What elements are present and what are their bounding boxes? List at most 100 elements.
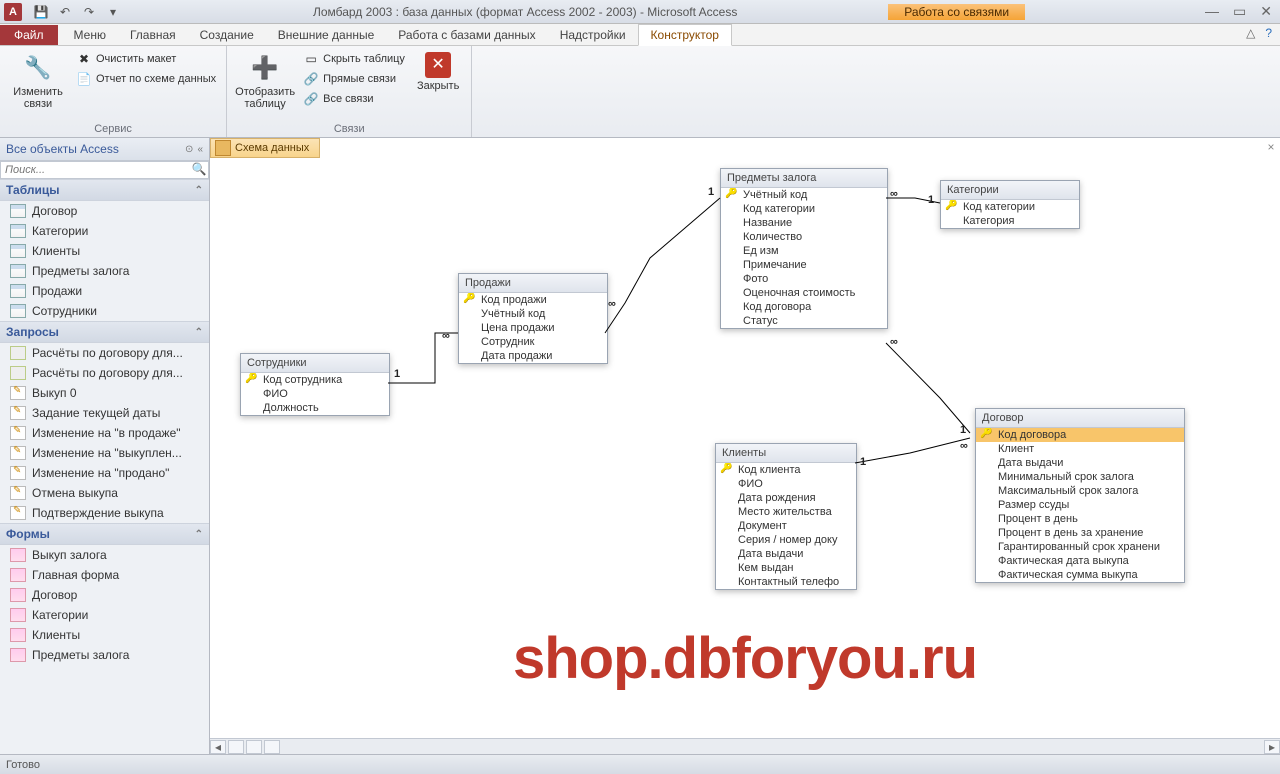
chevron-down-icon[interactable]: ⊙ [185,144,193,155]
nav-item-label: Клиенты [32,244,80,258]
nav-item[interactable]: Продажи [0,281,209,301]
app-icon: A [4,3,22,21]
nav-item[interactable]: Изменение на "продано" [0,463,209,483]
edit-relationships-icon: 🔧 [22,52,54,84]
document-tab[interactable]: Схема данных [210,138,320,158]
tab-create[interactable]: Создание [188,25,266,45]
relationship-report-button[interactable]: 📄Отчет по схеме данных [74,70,218,88]
help-icon[interactable]: ? [1265,26,1272,40]
nav-item-label: Предметы залога [32,264,129,278]
nav-item[interactable]: Выкуп 0 [0,383,209,403]
nav-item-label: Клиенты [32,628,80,642]
nav-group-tables-label: Таблицы [6,183,59,197]
nav-item-label: Договор [32,204,77,218]
direct-rel-icon: 🔗 [303,71,319,87]
tab-external[interactable]: Внешние данные [266,25,387,45]
clear-layout-button[interactable]: ✖Очистить макет [74,50,218,68]
nav-group-forms[interactable]: Формы⌃ [0,523,209,545]
direct-rel-label: Прямые связи [323,73,396,85]
nav-item[interactable]: Договор [0,201,209,221]
update-icon [10,506,26,520]
close-button[interactable]: ✕ Закрыть [413,50,463,94]
nav-item[interactable]: Договор [0,585,209,605]
show-table-button[interactable]: ➕ Отобразить таблицу [235,50,295,112]
rel-inf: ∞ [960,440,968,452]
update-icon [10,446,26,460]
query-icon [10,366,26,380]
tab-dbtools[interactable]: Работа с базами данных [386,25,547,45]
restore-icon[interactable]: ▭ [1233,3,1246,20]
tab-home[interactable]: Главная [118,25,188,45]
window-controls: — ▭ ✕ [1205,3,1272,20]
nav-item[interactable]: Предметы залога [0,261,209,281]
rel-inf: ∞ [890,188,898,200]
view-btn[interactable] [264,740,280,754]
nav-item[interactable]: Выкуп залога [0,545,209,565]
design-canvas[interactable]: Схема данных × Сотрудники Код сотрудника… [210,138,1280,754]
document-close-icon[interactable]: × [1264,140,1278,154]
all-rel-button[interactable]: 🔗Все связи [301,90,407,108]
collapse-icon[interactable]: ⌃ [195,185,203,196]
nav-item-label: Расчёты по договору для... [32,346,183,360]
nav-item[interactable]: Задание текущей даты [0,403,209,423]
nav-item[interactable]: Сотрудники [0,301,209,321]
undo-icon[interactable]: ↶ [56,3,74,21]
nav-item-label: Договор [32,588,77,602]
save-icon[interactable]: 💾 [32,3,50,21]
table-icon [10,284,26,298]
nav-item[interactable]: Отмена выкупа [0,483,209,503]
nav-item-label: Выкуп залога [32,548,107,562]
direct-rel-button[interactable]: 🔗 Прямые связи [301,70,407,88]
report-icon: 📄 [76,71,92,87]
nav-item[interactable]: Предметы залога [0,645,209,665]
nav-item[interactable]: Изменение на "выкуплен... [0,443,209,463]
table-icon [10,244,26,258]
scroll-right-icon[interactable]: ▸ [1264,740,1280,754]
rel-inf: ∞ [608,298,616,310]
tab-menu[interactable]: Меню [62,25,118,45]
qat-dropdown-icon[interactable]: ▾ [104,3,122,21]
view-btn[interactable] [228,740,244,754]
nav-body[interactable]: Таблицы ⌃ Договор Категории Клиенты Предметы… [0,179,209,754]
status-bar: Готово [0,754,1280,774]
tab-addins[interactable]: Надстройки [548,25,638,45]
nav-item-label: Расчёты по договору для... [32,366,183,380]
nav-item[interactable]: Расчёты по договору для... [0,363,209,383]
minimize-ribbon-icon[interactable]: △ [1246,26,1255,40]
nav-item[interactable]: Категории [0,221,209,241]
nav-item[interactable]: Категории [0,605,209,625]
horizontal-scrollbar[interactable]: ◂ ▸ [210,738,1280,754]
nav-item[interactable]: Клиенты [0,625,209,645]
view-btn[interactable] [246,740,262,754]
nav-search-input[interactable] [1,162,190,178]
tab-design[interactable]: Конструктор [638,24,732,46]
table-icon [10,224,26,238]
nav-item[interactable]: Клиенты [0,241,209,261]
minimize-icon[interactable]: — [1205,3,1219,20]
hide-table-icon: ▭ [303,51,319,67]
ribbon-tab-strip: Файл Меню Главная Создание Внешние данны… [0,24,1280,46]
update-icon [10,386,26,400]
nav-item[interactable]: Расчёты по договору для... [0,343,209,363]
edit-relationships-button[interactable]: 🔧 Изменить связи [8,50,68,112]
file-tab[interactable]: Файл [0,25,58,45]
nav-group-tables[interactable]: Таблицы ⌃ [0,179,209,201]
nav-item[interactable]: Главная форма [0,565,209,585]
collapse-icon[interactable]: ⌃ [195,529,203,540]
nav-header[interactable]: Все объекты Access ⊙ « [0,138,209,161]
all-rel-label: Все связи [323,93,373,105]
collapse-icon[interactable]: ⌃ [195,327,203,338]
hide-table-button[interactable]: ▭Скрыть таблицу [301,50,407,68]
rel-one: 1 [708,186,714,198]
ribbon-group-tools: 🔧 Изменить связи ✖Очистить макет 📄Отчет … [0,46,227,137]
nav-group-queries[interactable]: Запросы⌃ [0,321,209,343]
nav-item[interactable]: Изменение на "в продаже" [0,423,209,443]
form-icon [10,628,26,642]
close-icon[interactable]: ✕ [1260,3,1272,20]
collapse-nav-icon[interactable]: « [197,144,203,155]
redo-icon[interactable]: ↷ [80,3,98,21]
nav-item[interactable]: Подтверждение выкупа [0,503,209,523]
quick-access-toolbar: 💾 ↶ ↷ ▾ [32,3,122,21]
scroll-left-icon[interactable]: ◂ [210,740,226,754]
search-icon[interactable]: 🔍 [190,162,208,178]
